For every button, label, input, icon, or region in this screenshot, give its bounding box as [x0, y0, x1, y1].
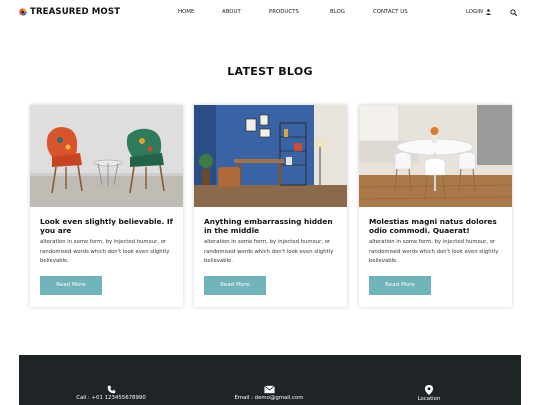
footer-email-text: Email : demo@gmail.com: [234, 395, 304, 401]
blog-image[interactable]: [359, 105, 512, 207]
blog-title[interactable]: Anything embarrassing hidden in the midd…: [204, 217, 337, 235]
main-nav: HOME ABOUT PRODUCTS BLOG CONTACT US: [0, 9, 540, 19]
user-icon: [486, 9, 491, 15]
envelope-icon: [263, 385, 275, 394]
map-marker-icon: [425, 385, 433, 395]
read-more-button[interactable]: Read More: [369, 275, 431, 295]
search-icon[interactable]: [510, 9, 517, 16]
read-more-button[interactable]: Read More: [40, 275, 102, 295]
blog-card: Look even slightly believable. If you ar…: [30, 105, 183, 307]
nav-products[interactable]: PRODUCTS: [269, 9, 299, 15]
blog-card: Molestias magni natus dolores odio commo…: [359, 105, 512, 307]
nav-about[interactable]: ABOUT: [222, 9, 241, 15]
login-link[interactable]: LOGIN: [466, 9, 491, 15]
footer-email[interactable]: Email : demo@gmail.com: [199, 385, 339, 401]
footer-location[interactable]: Location: [359, 385, 499, 402]
footer-location-text: Location: [417, 396, 441, 402]
blog-excerpt: alteration in some form, by injected hum…: [204, 239, 334, 265]
read-more-button[interactable]: Read More: [204, 275, 266, 295]
blog-title[interactable]: Molestias magni natus dolores odio commo…: [369, 217, 502, 235]
phone-icon: [107, 385, 115, 394]
nav-contact-us[interactable]: CONTACT US: [373, 9, 408, 15]
blog-excerpt: alteration in some form, by injected hum…: [369, 239, 499, 265]
section-title: LATEST BLOG: [227, 65, 313, 78]
nav-home[interactable]: HOME: [178, 9, 194, 15]
nav-blog[interactable]: BLOG: [330, 9, 345, 15]
header: TREASURED MOST HOME ABOUT PRODUCTS BLOG …: [0, 0, 540, 26]
footer-call-text: Call : +01 123455678990: [76, 395, 146, 401]
blog-card: Anything embarrassing hidden in the midd…: [194, 105, 347, 307]
blog-title[interactable]: Look even slightly believable. If you ar…: [40, 217, 173, 235]
footer-call[interactable]: Call : +01 123455678990: [41, 385, 181, 401]
login-label: LOGIN: [466, 9, 483, 15]
blog-excerpt: alteration in some form, by injected hum…: [40, 239, 170, 265]
blog-image[interactable]: [194, 105, 347, 207]
blog-image[interactable]: [30, 105, 183, 207]
footer: Call : +01 123455678990 Email : demo@gma…: [19, 355, 521, 405]
